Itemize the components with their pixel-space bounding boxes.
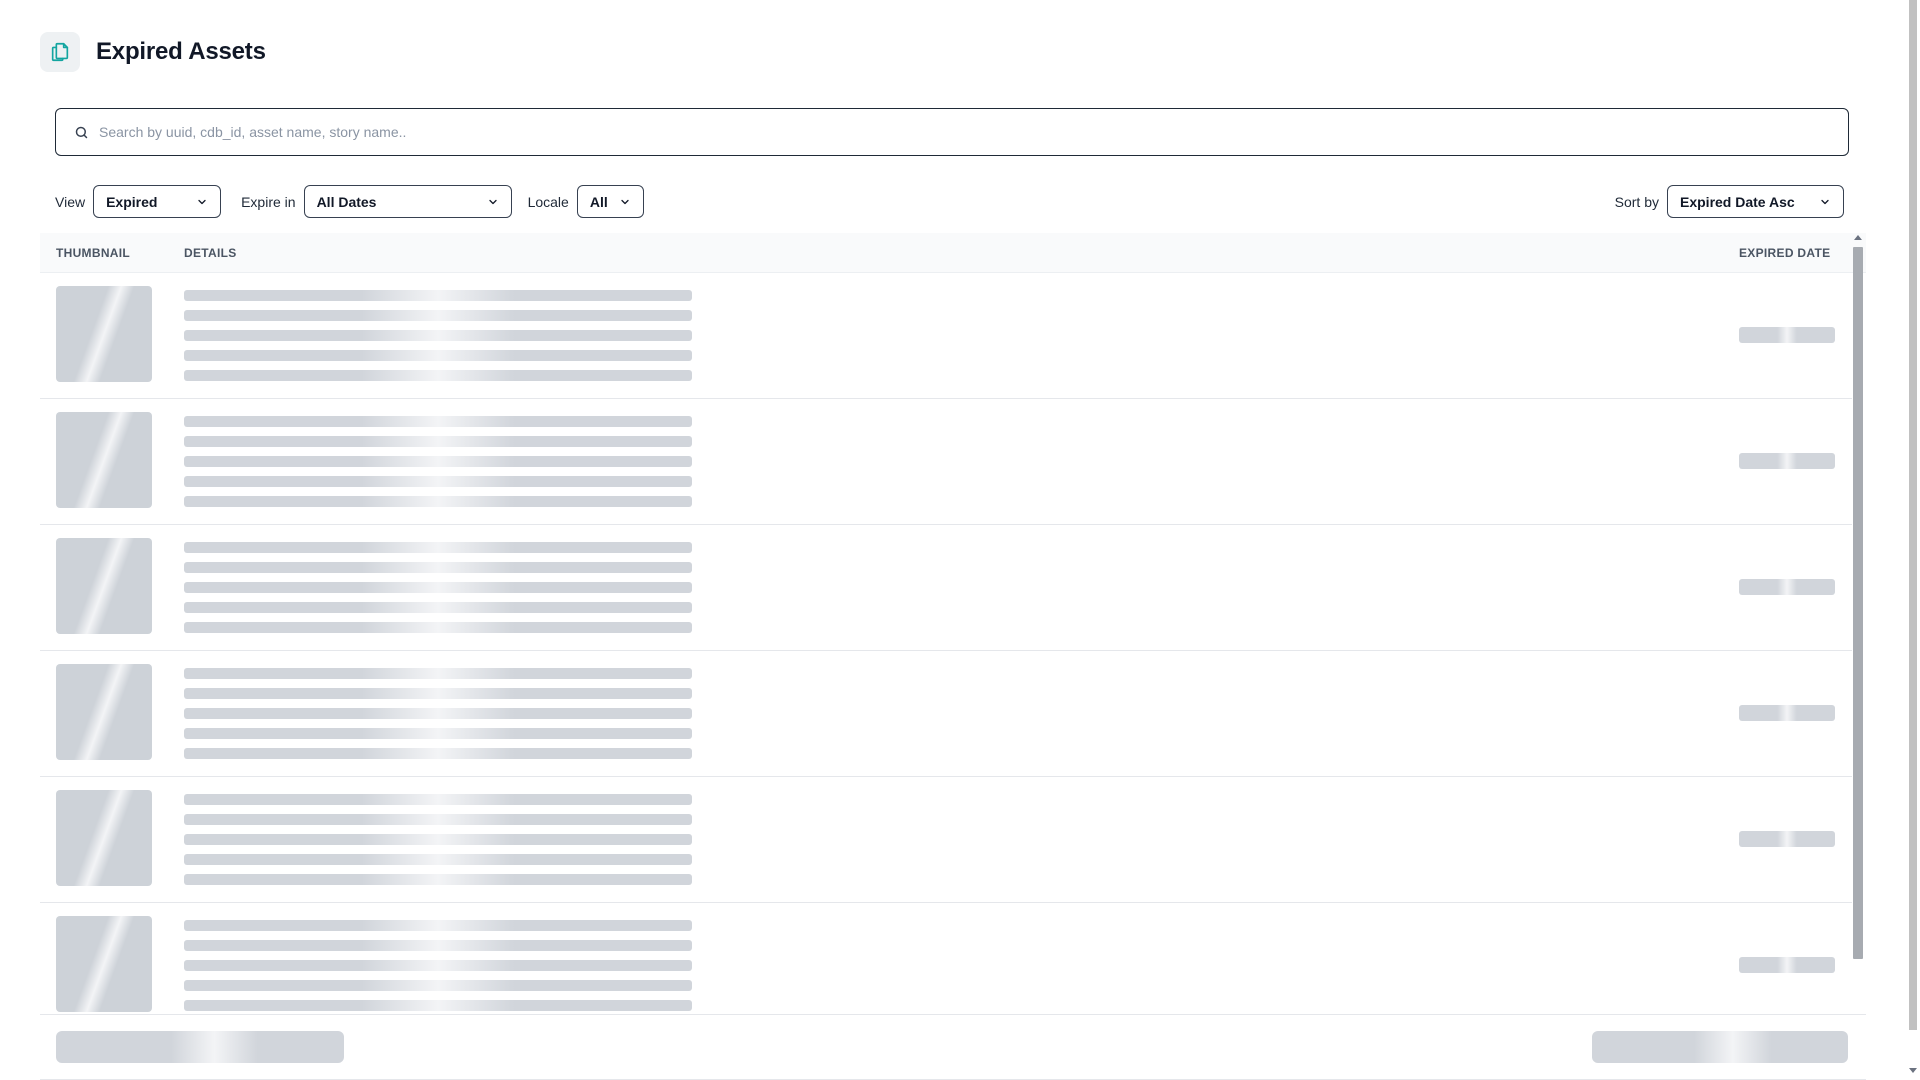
details-line-skeleton: [184, 370, 692, 381]
locale-filter-label: Locale: [527, 193, 569, 210]
details-line-skeleton: [184, 814, 692, 825]
page-title: Expired Assets: [96, 38, 266, 65]
sort-select-value: Expired Date Asc: [1680, 193, 1795, 210]
locale-select-value: All: [589, 193, 608, 210]
details-line-skeleton: [184, 456, 692, 467]
footer-skeleton-left: [56, 1031, 344, 1063]
table-scrollbar-thumb[interactable]: [1853, 247, 1863, 959]
view-filter-label: View: [55, 193, 86, 210]
sort-select[interactable]: Expired Date Asc: [1667, 185, 1844, 218]
expired-date-skeleton: [1739, 327, 1835, 343]
thumbnail-skeleton: [56, 286, 152, 382]
table-row[interactable]: [40, 777, 1852, 903]
page-scrollbar[interactable]: [1906, 0, 1920, 1080]
expired-date-skeleton: [1739, 453, 1835, 469]
details-line-skeleton: [184, 748, 692, 759]
details-line-skeleton: [184, 940, 692, 951]
expired-date-skeleton: [1739, 831, 1835, 847]
expired-date-skeleton: [1739, 579, 1835, 595]
copy-document-icon: [40, 32, 80, 72]
details-line-skeleton: [184, 668, 692, 679]
details-line-skeleton: [184, 980, 692, 991]
details-line-skeleton: [184, 290, 692, 301]
view-select[interactable]: Expired: [93, 185, 222, 218]
sort-by-label: Sort by: [1614, 193, 1659, 210]
search-input[interactable]: [99, 124, 1799, 140]
details-line-skeleton: [184, 960, 692, 971]
table-row[interactable]: [40, 651, 1852, 777]
thumbnail-skeleton: [56, 916, 152, 1012]
search-box[interactable]: [55, 108, 1849, 156]
expired-date-skeleton: [1739, 957, 1835, 973]
table-footer: [40, 1014, 1866, 1080]
details-line-skeleton: [184, 854, 692, 865]
details-line-skeleton: [184, 920, 692, 931]
table-row[interactable]: [40, 273, 1852, 399]
expired-assets-page: Expired Assets View Expired Expire in Al…: [0, 0, 1920, 1080]
filter-bar: View Expired Expire in All Dates Locale …: [55, 185, 644, 218]
chevron-down-icon: [487, 196, 499, 208]
details-line-skeleton: [184, 496, 692, 507]
table-row[interactable]: [40, 525, 1852, 651]
details-line-skeleton: [184, 542, 692, 553]
sort-control: Sort by Expired Date Asc: [1615, 185, 1844, 218]
column-header-thumbnail[interactable]: THUMBNAIL: [56, 246, 130, 260]
details-line-skeleton: [184, 416, 692, 427]
search-icon: [74, 125, 89, 140]
scroll-up-arrow-icon[interactable]: [1854, 235, 1862, 240]
page-scrollbar-thumb[interactable]: [1909, 0, 1917, 1030]
details-line-skeleton: [184, 476, 692, 487]
expire-in-filter-label: Expire in: [241, 193, 296, 210]
chevron-down-icon: [196, 196, 208, 208]
details-line-skeleton: [184, 562, 692, 573]
scroll-down-arrow-icon[interactable]: [1909, 1068, 1917, 1073]
expire-in-select[interactable]: All Dates: [303, 185, 512, 218]
details-line-skeleton: [184, 622, 692, 633]
table-row[interactable]: [40, 903, 1852, 1015]
footer-skeleton-right: [1592, 1031, 1848, 1063]
details-line-skeleton: [184, 728, 692, 739]
details-line-skeleton: [184, 602, 692, 613]
chevron-down-icon: [1819, 196, 1831, 208]
details-line-skeleton: [184, 834, 692, 845]
view-select-value: Expired: [106, 193, 158, 210]
column-header-details[interactable]: DETAILS: [184, 246, 237, 260]
details-line-skeleton: [184, 1000, 692, 1011]
table-row[interactable]: [40, 399, 1852, 525]
details-line-skeleton: [184, 794, 692, 805]
details-line-skeleton: [184, 350, 692, 361]
details-line-skeleton: [184, 330, 692, 341]
expire-in-select-value: All Dates: [316, 193, 377, 210]
thumbnail-skeleton: [56, 664, 152, 760]
expired-date-skeleton: [1739, 705, 1835, 721]
column-header-expired-date[interactable]: EXPIRED DATE: [1739, 246, 1830, 260]
locale-select[interactable]: All: [576, 185, 644, 218]
details-line-skeleton: [184, 582, 692, 593]
details-line-skeleton: [184, 708, 692, 719]
details-line-skeleton: [184, 436, 692, 447]
thumbnail-skeleton: [56, 538, 152, 634]
details-line-skeleton: [184, 874, 692, 885]
chevron-down-icon: [619, 196, 631, 208]
thumbnail-skeleton: [56, 412, 152, 508]
assets-table: THUMBNAIL DETAILS EXPIRED DATE: [40, 233, 1866, 1015]
details-line-skeleton: [184, 310, 692, 321]
thumbnail-skeleton: [56, 790, 152, 886]
page-header: Expired Assets: [40, 32, 266, 72]
details-line-skeleton: [184, 688, 692, 699]
table-scrollbar[interactable]: [1852, 233, 1864, 1015]
table-header: THUMBNAIL DETAILS EXPIRED DATE: [40, 233, 1866, 273]
